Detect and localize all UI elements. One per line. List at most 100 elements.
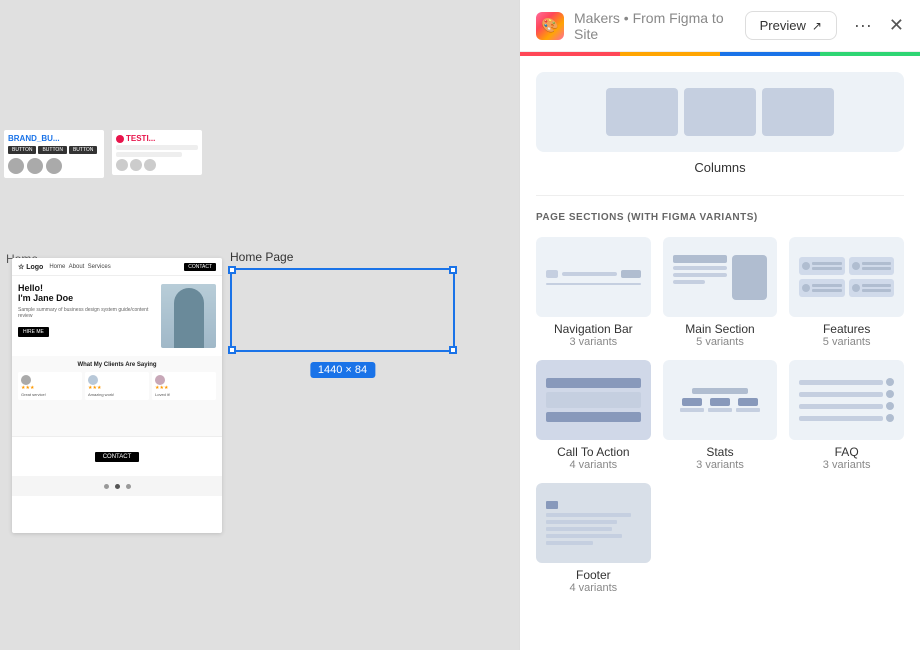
panel-logo: 🎨 [536, 12, 564, 40]
preview-test-cards: ★★★ Great service! ★★★ Amazing work! ★★★… [18, 372, 216, 400]
thumb-nav-top [546, 270, 641, 278]
panel-title: Makers • From Figma to Site [574, 10, 735, 42]
testi-line-2 [116, 152, 182, 157]
stat-lbl-1 [680, 408, 704, 412]
faq-variants: 3 variants [789, 459, 904, 471]
section-card-footer[interactable]: Footer 4 variants [536, 483, 651, 594]
handle-bl[interactable] [228, 346, 236, 354]
faq-line-2 [799, 392, 883, 397]
faq-plus-4 [886, 414, 894, 422]
section-card-features[interactable]: Features 5 variants [789, 237, 904, 348]
thumb-faq [799, 378, 894, 422]
thumb-sub-line-3 [673, 280, 706, 284]
main-variants: 5 variants [663, 336, 778, 348]
faq-item-1 [799, 378, 894, 386]
faq-name: FAQ [789, 445, 904, 459]
preview-hero-text: Hello!I'm Jane Doe Sample summary of bus… [18, 284, 155, 348]
section-card-stats[interactable]: Stats 3 variants [663, 360, 778, 471]
person-silhouette [174, 288, 204, 348]
handle-tl[interactable] [228, 266, 236, 274]
preview-hero-sub: Sample summary of business design system… [18, 307, 155, 320]
section-card-main[interactable]: Main Section 5 variants [663, 237, 778, 348]
feat-icon-3 [802, 284, 810, 292]
section-card-navbar[interactable]: Navigation Bar 3 variants [536, 237, 651, 348]
thumb-sub-line-1 [673, 266, 728, 270]
feat-line-3a [812, 284, 841, 287]
preview-label: Preview [760, 18, 806, 33]
footer-thumb [536, 483, 651, 563]
footer-logo-thumb [546, 501, 558, 509]
footer-line-2 [546, 520, 617, 524]
stat-num-2 [710, 398, 730, 406]
right-panel: 🎨 Makers • From Figma to Site Preview ↗ … [519, 0, 920, 650]
main-name: Main Section [663, 322, 778, 336]
external-link-icon: ↗ [812, 19, 822, 33]
stats-variants: 3 variants [663, 459, 778, 471]
faq-line-1 [799, 380, 883, 385]
preview-testimonials: What My Clients Are Saying ★★★ Great ser… [12, 356, 222, 436]
navbar-thumb [536, 237, 651, 317]
brand-label: BRAND_BU... [8, 134, 100, 143]
feat-line-4b [862, 289, 891, 292]
faq-line-3 [799, 404, 883, 409]
col-box-1 [606, 88, 678, 136]
feat-line-2b [862, 267, 891, 270]
footer-line-4 [546, 534, 622, 538]
preview-card: ☆ Logo Home About Services CONTACT Hello… [12, 258, 222, 533]
feat-3 [799, 279, 844, 297]
testi-line-1 [116, 145, 198, 150]
footer-dot-3 [126, 484, 131, 489]
test-avatar-2 [88, 375, 98, 385]
faq-item-2 [799, 390, 894, 398]
thumb-main-text [673, 255, 728, 300]
test-card-3: ★★★ Loved it! [152, 372, 216, 400]
handle-tr[interactable] [449, 266, 457, 274]
preview-test-title: What My Clients Are Saying [18, 362, 216, 368]
feat-icon-2 [852, 262, 860, 270]
feat-line-4a [862, 284, 891, 287]
feat-line-2a [862, 262, 891, 265]
thumb-logo [546, 270, 558, 278]
thumb-footer [546, 501, 641, 545]
more-button[interactable]: ··· [847, 10, 879, 42]
preview-logo: ☆ Logo [18, 263, 43, 271]
section-card-cta[interactable]: Call To Action 4 variants [536, 360, 651, 471]
avatar-3 [46, 158, 62, 174]
avatar-2 [27, 158, 43, 174]
footer-variants: 4 variants [536, 582, 651, 594]
sections-grid: Navigation Bar 3 variants [536, 237, 904, 594]
test-text-1: Great service! [21, 392, 79, 397]
cta-mid [546, 392, 641, 408]
stat-2 [708, 398, 732, 412]
floating-items: BRAND_BU... BUTTON BUTTON BUTTON TESTI..… [0, 130, 220, 178]
handle-br[interactable] [449, 346, 457, 354]
close-button[interactable]: ✕ [889, 15, 904, 36]
stat-3 [736, 398, 760, 412]
faq-line-4 [799, 416, 883, 421]
preview-button[interactable]: Preview ↗ [745, 11, 837, 40]
main-thumb [663, 237, 778, 317]
preview-contact-btn: CONTACT [95, 452, 140, 462]
test-stars-3: ★★★ [155, 385, 213, 391]
test-card-1: ★★★ Great service! [18, 372, 82, 400]
dimension-badge: 1440 × 84 [310, 362, 375, 378]
feat-line-3b [812, 289, 841, 292]
avatar-1 [8, 158, 24, 174]
test-card-2: ★★★ Amazing work! [85, 372, 149, 400]
brand-card: BRAND_BU... BUTTON BUTTON BUTTON [4, 130, 104, 178]
cta-thumb [536, 360, 651, 440]
selection-box[interactable]: 1440 × 84 [230, 268, 455, 352]
feat-2 [849, 257, 894, 275]
stats-title [692, 388, 749, 394]
feat-lines-3 [812, 284, 841, 292]
preview-contact: CONTACT [12, 436, 222, 476]
faq-item-3 [799, 402, 894, 410]
person-img [161, 284, 216, 348]
more-icon: ··· [854, 15, 872, 36]
feat-line-1b [812, 267, 841, 270]
cta-variants: 4 variants [536, 459, 651, 471]
navbar-name: Navigation Bar [536, 322, 651, 336]
testi-av-3 [144, 159, 156, 171]
col-box-2 [684, 88, 756, 136]
section-card-faq[interactable]: FAQ 3 variants [789, 360, 904, 471]
